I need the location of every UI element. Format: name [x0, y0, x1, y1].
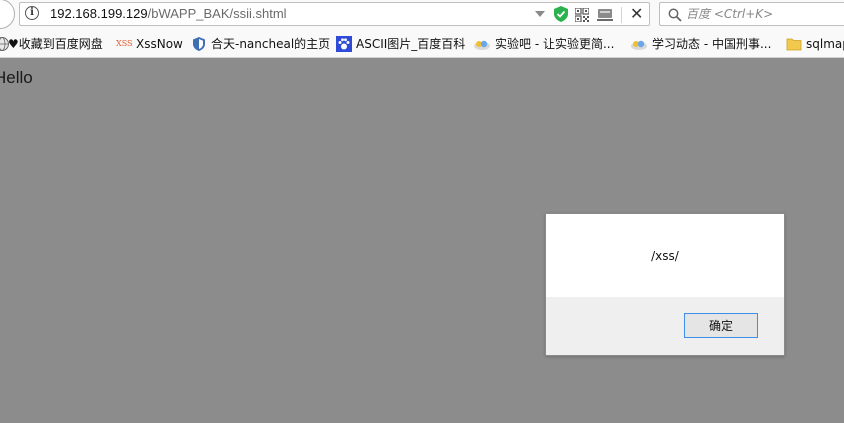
url-bar-divider: [621, 7, 622, 23]
bookmark-label: ASCII图片_百度百科: [356, 37, 466, 51]
url-text[interactable]: 192.168.199.129/bWAPP_BAK/ssii.shtml: [50, 6, 287, 22]
shield-icon: [191, 36, 207, 52]
url-path: /bWAPP_BAK/ssii.shtml: [147, 6, 287, 21]
screenshot-icon[interactable]: [597, 7, 613, 21]
page-text: Hello: [0, 68, 33, 87]
bookmark-label: XssNow: [136, 37, 183, 51]
back-button[interactable]: [0, 0, 15, 29]
browser-window: i 192.168.199.129/bWAPP_BAK/ssii.shtml ✕…: [0, 0, 844, 423]
cloud-icon: [630, 36, 647, 52]
navigation-bar: i 192.168.199.129/bWAPP_BAK/ssii.shtml ✕…: [0, 0, 844, 30]
dialog-message: /xss/: [651, 249, 679, 263]
dialog-footer: 确定: [546, 297, 784, 355]
security-shield-icon[interactable]: [554, 6, 568, 22]
paw-icon: [336, 36, 352, 52]
search-bar[interactable]: [659, 2, 844, 26]
ok-button[interactable]: 确定: [684, 313, 758, 338]
qr-code-icon[interactable]: [574, 7, 590, 23]
bookmark-item[interactable]: ASCII图片_百度百科: [336, 36, 465, 52]
bookmark-item[interactable]: 实验吧 - 让实验更简...: [473, 36, 614, 52]
bookmark-item[interactable]: 学习动态 - 中国刑事...: [630, 36, 771, 52]
chevron-down-icon[interactable]: [535, 11, 545, 17]
bookmarks-toolbar: ♥收藏到百度网盘 XSS XssNow 合天-nancheal的主页 ASCII…: [0, 30, 844, 58]
info-icon[interactable]: i: [25, 6, 39, 20]
bookmark-item[interactable]: ♥收藏到百度网盘: [0, 36, 103, 52]
bookmark-label: ♥收藏到百度网盘: [8, 37, 103, 51]
cloud-icon: [473, 36, 490, 52]
bookmark-label: 学习动态 - 中国刑事...: [652, 37, 772, 51]
folder-icon: [786, 36, 802, 52]
close-icon[interactable]: ✕: [630, 4, 643, 24]
bookmark-item[interactable]: XSS XssNow: [116, 36, 183, 52]
search-icon: [668, 7, 682, 22]
bookmark-label: 合天-nancheal的主页: [211, 37, 331, 51]
alert-dialog: /xss/ 确定: [545, 213, 785, 356]
bookmark-item[interactable]: 合天-nancheal的主页: [191, 36, 330, 52]
url-host: 192.168.199.129: [50, 6, 148, 21]
bookmark-label: sqlmap: [806, 37, 844, 51]
bookmark-item[interactable]: sqlmap: [786, 36, 844, 52]
url-bar[interactable]: i 192.168.199.129/bWAPP_BAK/ssii.shtml ✕: [19, 2, 650, 26]
xss-icon: XSS: [116, 39, 133, 48]
bookmark-label: 实验吧 - 让实验更简...: [495, 37, 615, 51]
search-input[interactable]: [686, 5, 836, 23]
